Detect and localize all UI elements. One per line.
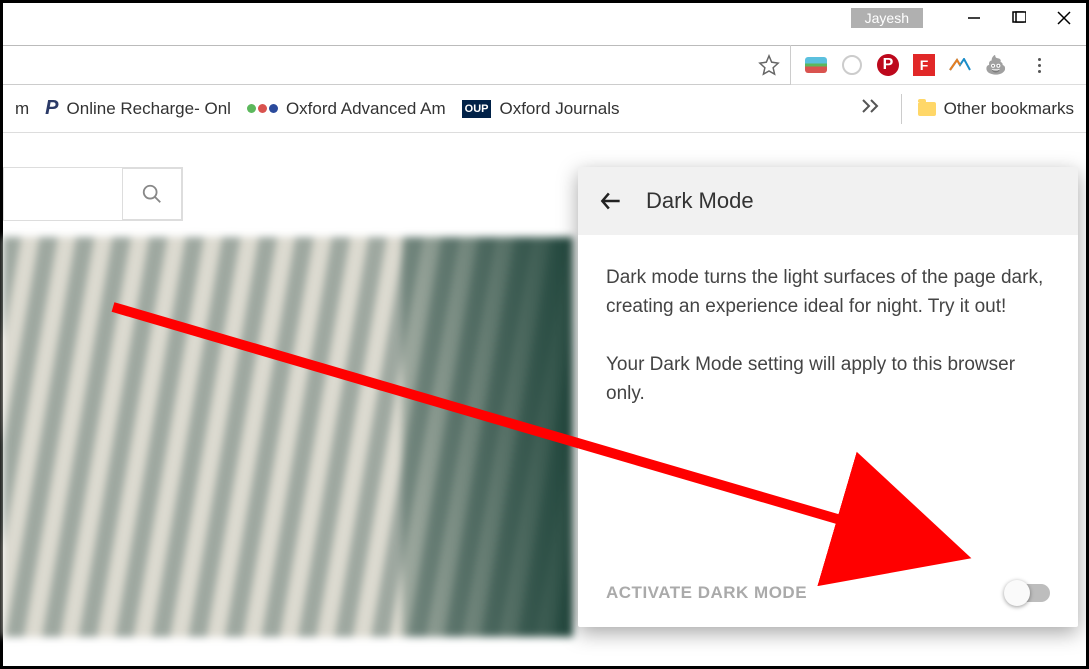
background-image: [3, 237, 573, 637]
page-content: Dark Mode Dark mode turns the light surf…: [3, 167, 1086, 666]
bookmark-label: Oxford Advanced Am: [286, 99, 446, 119]
separator: [901, 94, 902, 124]
panel-header: Dark Mode: [578, 167, 1078, 235]
panel-description-2: Your Dark Mode setting will apply to thi…: [606, 350, 1050, 409]
activate-dark-mode-row: ACTIVATE DARK MODE: [606, 583, 1050, 603]
ext-flipboard-icon[interactable]: F: [913, 54, 935, 76]
bookmark-label: Other bookmarks: [944, 99, 1074, 119]
folder-icon: [918, 102, 936, 116]
oup-icon: OUP: [462, 100, 492, 118]
dark-mode-panel: Dark Mode Dark mode turns the light surf…: [578, 167, 1078, 627]
activate-label: ACTIVATE DARK MODE: [606, 583, 807, 603]
search-icon: [141, 183, 163, 205]
maximize-button[interactable]: [996, 3, 1041, 33]
address-input-area[interactable]: [3, 45, 791, 85]
toggle-knob: [1004, 580, 1030, 606]
browser-menu-button[interactable]: [1029, 55, 1049, 75]
bookmark-label: Oxford Journals: [499, 99, 619, 119]
bookmark-label: Online Recharge- Onl: [67, 99, 231, 119]
panel-title: Dark Mode: [646, 188, 754, 214]
ext-chat-icon[interactable]: [841, 54, 863, 76]
close-button[interactable]: [1041, 3, 1086, 33]
ext-poo-icon[interactable]: 💩: [985, 54, 1007, 76]
address-bar: P F 💩: [3, 45, 1086, 85]
other-bookmarks[interactable]: Other bookmarks: [910, 95, 1082, 123]
ext-wave-icon[interactable]: [949, 54, 971, 76]
extension-icons: P F 💩: [805, 54, 1049, 76]
user-badge[interactable]: Jayesh: [851, 8, 923, 28]
oxford-dict-icon: [247, 104, 278, 113]
dark-mode-toggle[interactable]: [1006, 584, 1050, 602]
bookmark-label: m: [15, 99, 29, 119]
window-titlebar: Jayesh: [851, 3, 1086, 33]
bookmark-item-recharge[interactable]: P Online Recharge- Onl: [37, 93, 239, 124]
ext-pinterest-icon[interactable]: P: [877, 54, 899, 76]
close-icon: [1057, 11, 1071, 25]
minimize-button[interactable]: [951, 3, 996, 33]
search-field-wrap: [3, 167, 183, 221]
bookmark-star-icon[interactable]: [758, 54, 780, 76]
bookmarks-overflow-button[interactable]: [847, 98, 893, 119]
panel-body: Dark mode turns the light surfaces of th…: [578, 235, 1078, 409]
maximize-icon: [1012, 11, 1026, 25]
minimize-icon: [967, 11, 981, 25]
bookmark-item-oxford-dict[interactable]: Oxford Advanced Am: [239, 95, 454, 123]
bookmark-item-partial[interactable]: m: [7, 95, 37, 123]
panel-description-1: Dark mode turns the light surfaces of th…: [606, 263, 1050, 322]
ext-cloud-icon[interactable]: [805, 54, 827, 76]
bookmark-item-oxford-journals[interactable]: OUP Oxford Journals: [454, 95, 628, 123]
paytm-icon: P: [45, 97, 58, 120]
back-button[interactable]: [598, 188, 624, 214]
search-button[interactable]: [122, 168, 182, 220]
bookmarks-bar: m P Online Recharge- Onl Oxford Advanced…: [3, 85, 1086, 133]
chevron-right-icon: [861, 98, 879, 114]
